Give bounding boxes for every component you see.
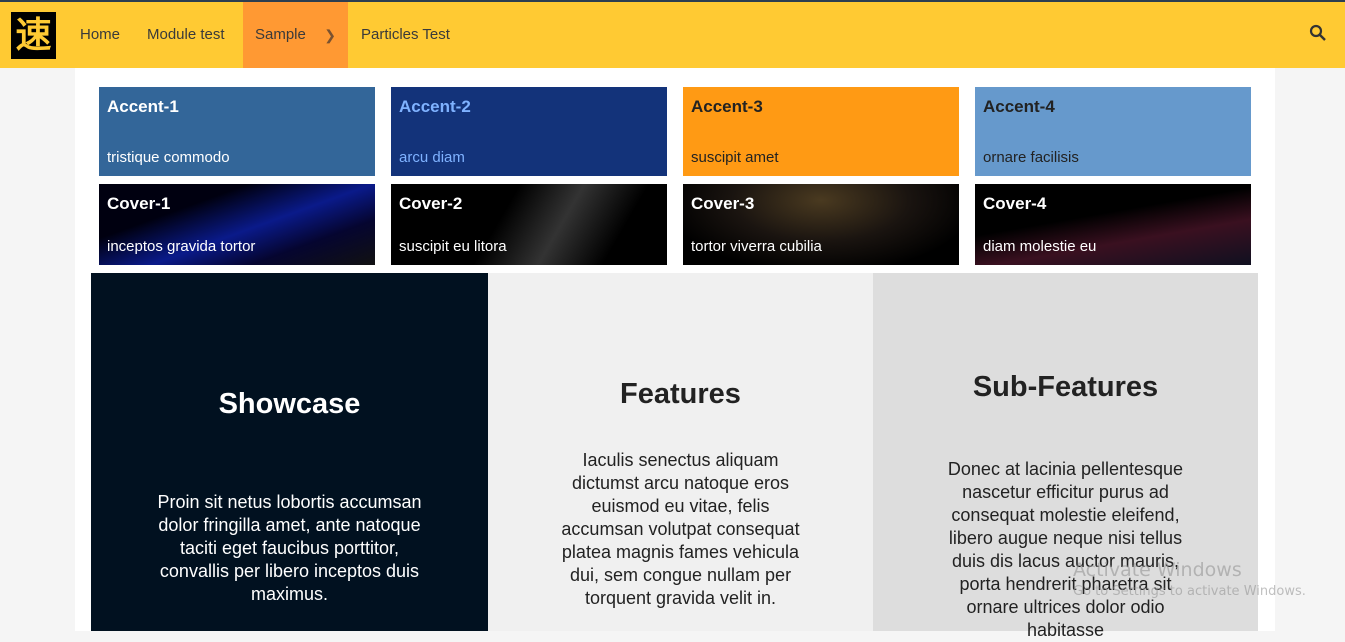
top-navbar: 速 Home Module test Sample ❯ Particles Tes… xyxy=(0,0,1345,68)
card-title: Accent-2 xyxy=(399,97,471,116)
card-accent-1[interactable]: Accent-1 tristique commodo xyxy=(99,87,375,176)
card-cover-4[interactable]: Cover-4 diam molestie eu xyxy=(975,184,1251,265)
search-icon[interactable] xyxy=(1309,24,1327,42)
card-title: Cover-1 xyxy=(107,194,171,213)
section-text: Donec at lacinia pellentesque nascetur e… xyxy=(947,459,1184,640)
card-subtitle: suscipit amet xyxy=(691,149,779,166)
nav-sample-dropdown[interactable]: Sample ❯ xyxy=(243,2,348,68)
card-title: Cover-3 xyxy=(691,194,755,213)
card-title: Cover-2 xyxy=(399,194,463,213)
features-section: Features Iaculis senectus aliquam dictum… xyxy=(488,273,873,631)
card-subtitle: inceptos gravida tortor xyxy=(107,238,256,255)
nav-sample-label: Sample xyxy=(255,26,306,43)
chevron-down-icon: ❯ xyxy=(324,27,336,43)
card-accent-3[interactable]: Accent-3 suscipit amet xyxy=(683,87,959,176)
card-subtitle: diam molestie eu xyxy=(983,238,1097,255)
card-title: Accent-1 xyxy=(107,97,179,116)
card-subtitle: arcu diam xyxy=(399,149,465,166)
section-title: Showcase xyxy=(218,388,361,420)
watermark-title: Activate Windows xyxy=(1073,559,1242,581)
section-title: Sub-Features xyxy=(972,371,1159,403)
nav-module-test[interactable]: Module test xyxy=(147,2,225,68)
card-title: Cover-4 xyxy=(983,194,1047,213)
nav-home[interactable]: Home xyxy=(80,2,120,68)
card-cover-1[interactable]: Cover-1 inceptos gravida tortor xyxy=(99,184,375,265)
logo[interactable]: 速 xyxy=(11,12,56,59)
card-accent-2[interactable]: Accent-2 arcu diam xyxy=(391,87,667,176)
card-subtitle: ornare facilisis xyxy=(983,149,1079,166)
card-subtitle: tortor viverra cubilia xyxy=(691,238,822,255)
card-title: Accent-4 xyxy=(983,97,1055,116)
section-text: Proin sit netus lobortis accumsan dolor … xyxy=(157,492,422,604)
card-subtitle: tristique commodo xyxy=(107,149,230,166)
card-subtitle: suscipit eu litora xyxy=(399,238,507,255)
showcase-section: Showcase Proin sit netus lobortis accums… xyxy=(91,273,488,631)
card-title: Accent-3 xyxy=(691,97,763,116)
card-cover-2[interactable]: Cover-2 suscipit eu litora xyxy=(391,184,667,265)
section-title: Features xyxy=(620,378,741,410)
card-accent-4[interactable]: Accent-4 ornare facilisis xyxy=(975,87,1251,176)
card-cover-3[interactable]: Cover-3 tortor viverra cubilia xyxy=(683,184,959,265)
section-text: Iaculis senectus aliquam dictumst arcu n… xyxy=(561,450,800,608)
nav-particles-test[interactable]: Particles Test xyxy=(361,2,450,68)
watermark-subtitle: Go to Settings to activate Windows. xyxy=(1073,584,1306,599)
